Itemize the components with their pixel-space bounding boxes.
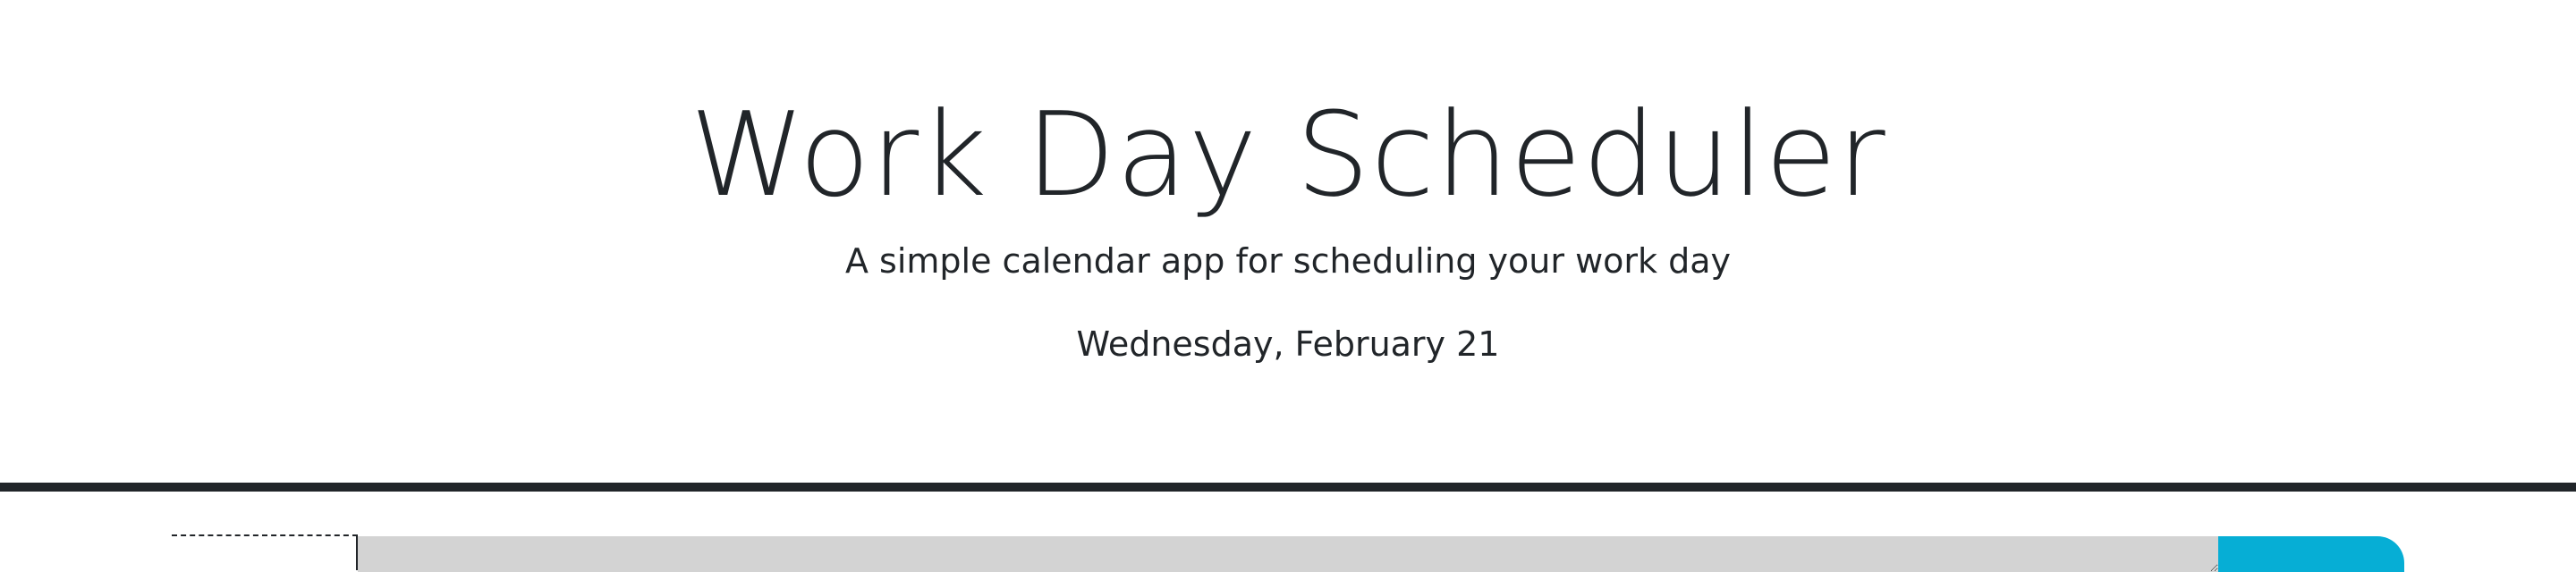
hour-label [172,534,358,570]
event-description-input[interactable] [358,536,2218,572]
current-day: Wednesday, February 21 [1076,324,1500,364]
page-title: Work Day Scheduler [690,87,1886,223]
time-block-row [0,534,2576,572]
page-subtitle: A simple calendar app for scheduling you… [844,241,1732,281]
jumbotron-header: Work Day Scheduler A simple calendar app… [0,0,2576,485]
save-button[interactable] [2218,536,2404,572]
header-divider [0,483,2576,492]
